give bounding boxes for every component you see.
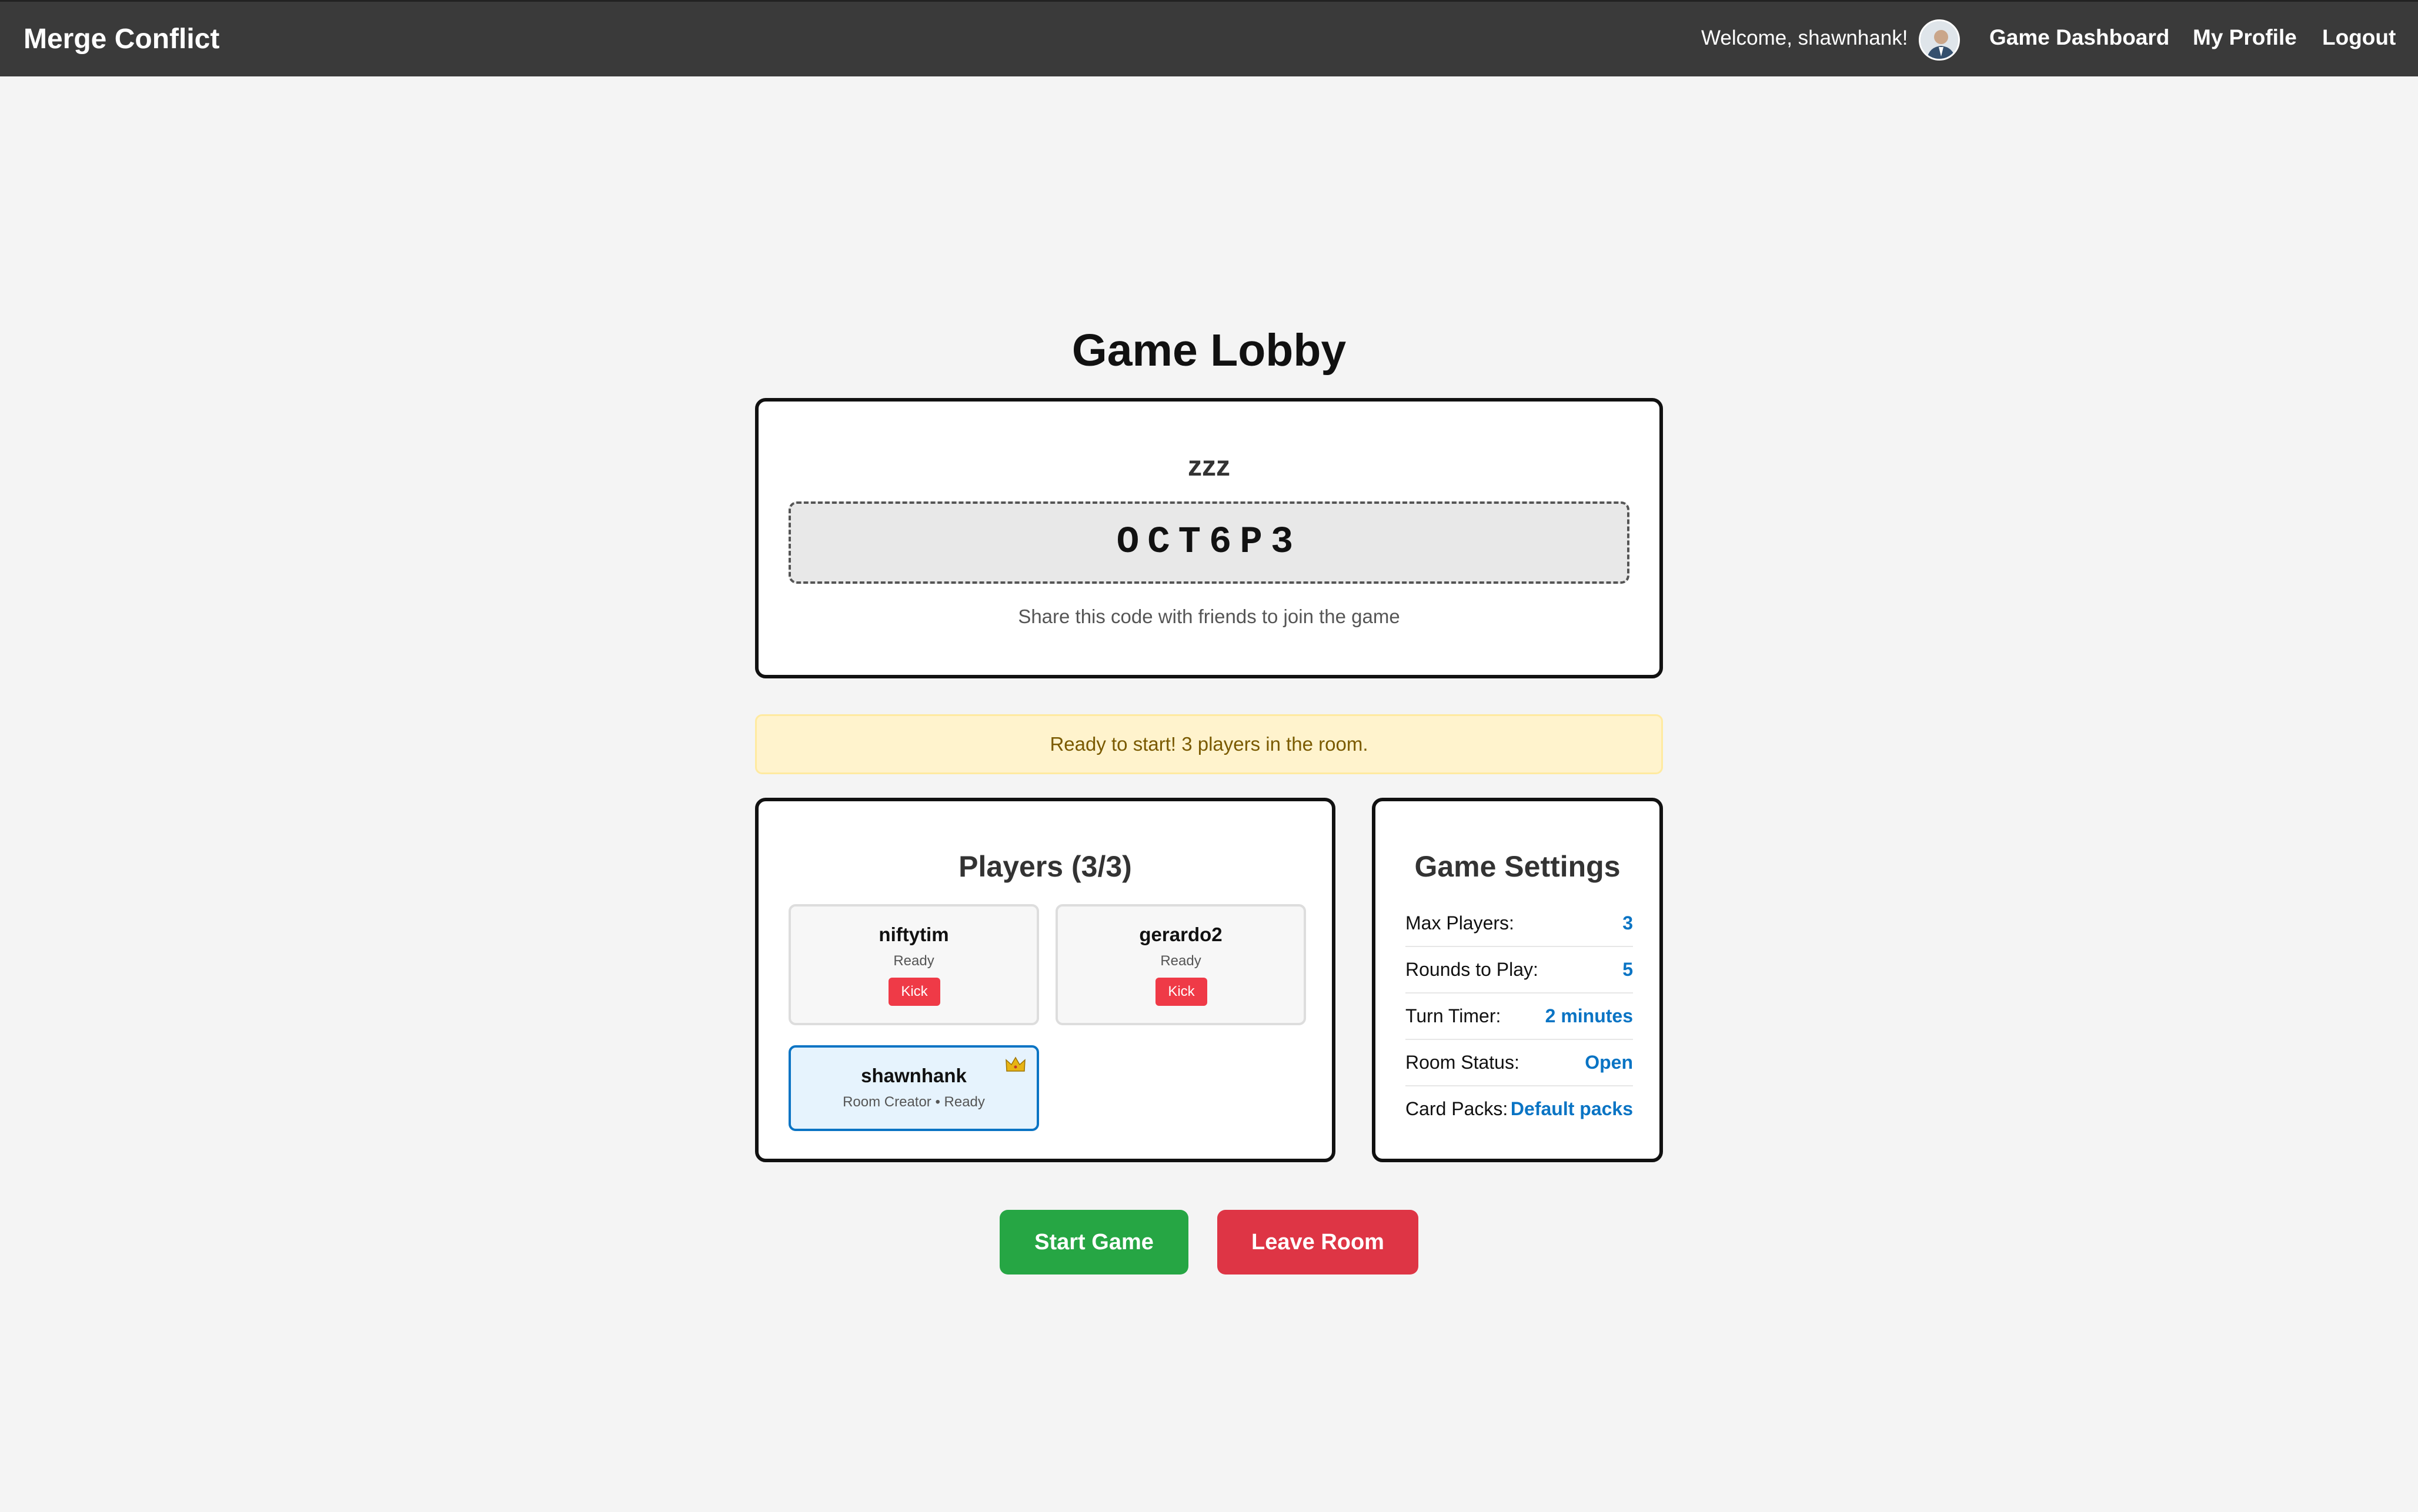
avatar-image-icon [1921,21,1958,59]
nav-logout[interactable]: Logout [2322,24,2396,51]
setting-label: Max Players: [1405,912,1514,934]
setting-row-max-players: Max Players: 3 [1405,901,1633,947]
setting-value: 5 [1622,959,1633,980]
player-status: Ready [893,953,934,969]
nav-my-profile[interactable]: My Profile [2193,24,2297,51]
setting-row-turn-timer: Turn Timer: 2 minutes [1405,993,1633,1040]
kick-button[interactable]: Kick [1155,978,1207,1006]
game-settings-card: Game Settings Max Players: 3 Rounds to P… [1372,798,1663,1162]
player-name: shawnhank [861,1065,967,1086]
player-name: gerardo2 [1139,924,1223,945]
setting-label: Rounds to Play: [1405,959,1538,980]
setting-value: 3 [1622,912,1633,934]
player-card: gerardo2 Ready Kick [1056,904,1306,1025]
setting-label: Turn Timer: [1405,1005,1501,1026]
leave-room-button[interactable]: Leave Room [1217,1210,1418,1275]
setting-value: Default packs [1510,1098,1633,1119]
setting-value: 2 minutes [1545,1005,1633,1026]
welcome-message: Welcome, shawnhank! [1701,26,1908,49]
status-alert-text: Ready to start! 3 players in the room. [1050,733,1368,755]
status-alert: Ready to start! 3 players in the room. [755,714,1663,774]
setting-row-room-status: Room Status: Open [1405,1040,1633,1086]
room-code-hint: Share this code with friends to join the… [1018,606,1400,627]
player-status: Room Creator • Ready [843,1094,985,1110]
page-title: Game Lobby [1071,325,1347,376]
setting-label: Room Status: [1405,1052,1519,1073]
setting-row-rounds: Rounds to Play: 5 [1405,947,1633,993]
player-status: Ready [1160,953,1201,969]
players-card: Players (3/3) niftytim Ready Kick gerard… [755,798,1335,1162]
player-card: niftytim Ready Kick [789,904,1039,1025]
brand-logo-text[interactable]: Merge Conflict [24,22,219,57]
setting-value: Open [1585,1052,1633,1073]
room-name: zzz [1188,451,1230,482]
player-name: niftytim [879,924,949,945]
players-title: Players (3/3) [958,850,1132,883]
nav-game-dashboard[interactable]: Game Dashboard [1989,24,2169,51]
settings-title: Game Settings [1414,850,1621,883]
setting-label: Card Packs: [1405,1098,1508,1119]
room-code[interactable]: OCT6P3 [789,501,1629,584]
crown-icon [1006,1056,1026,1072]
user-avatar[interactable] [1919,19,1960,61]
top-navbar: Merge Conflict Welcome, shawnhank! Game … [0,0,2418,76]
kick-button[interactable]: Kick [889,978,940,1006]
room-info-card: zzz OCT6P3 Share this code with friends … [755,398,1663,678]
setting-row-card-packs: Card Packs: Default packs [1405,1086,1633,1133]
player-card-creator: shawnhank Room Creator • Ready [789,1045,1039,1131]
start-game-button[interactable]: Start Game [1000,1210,1188,1275]
